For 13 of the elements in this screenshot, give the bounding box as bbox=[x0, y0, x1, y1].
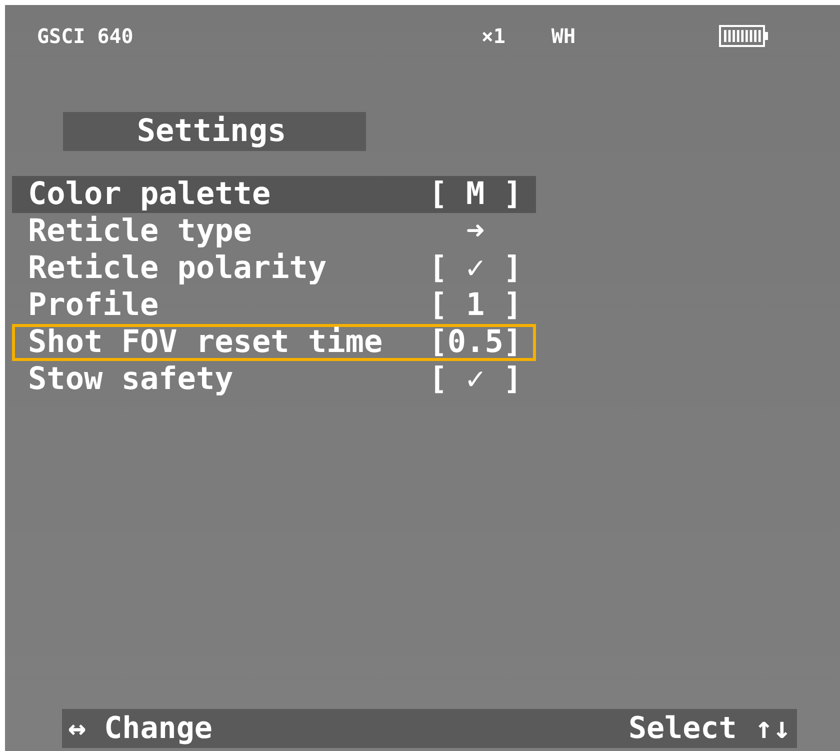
menu-item[interactable]: Color palette [ M ] bbox=[12, 176, 536, 213]
change-hint: ↔ Change bbox=[68, 710, 212, 748]
palette-mode: WH bbox=[551, 23, 576, 50]
menu-title: Settings bbox=[63, 112, 366, 151]
battery-icon bbox=[718, 25, 769, 47]
device-name: GSCI 640 bbox=[37, 23, 134, 50]
menu-item[interactable]: Shot FOV reset time [0.5] bbox=[12, 324, 536, 361]
menu-item[interactable]: Reticle type ➜ bbox=[12, 213, 536, 250]
select-hint: Select ↑↓ bbox=[628, 710, 791, 748]
menu-item[interactable]: Reticle polarity [ ✓ ] bbox=[12, 250, 536, 287]
menu-item[interactable]: Stow safety [ ✓ ] bbox=[12, 361, 536, 398]
zoom-level: ×1 bbox=[481, 23, 506, 50]
menu-item[interactable]: Profile [ 1 ] bbox=[12, 287, 536, 324]
